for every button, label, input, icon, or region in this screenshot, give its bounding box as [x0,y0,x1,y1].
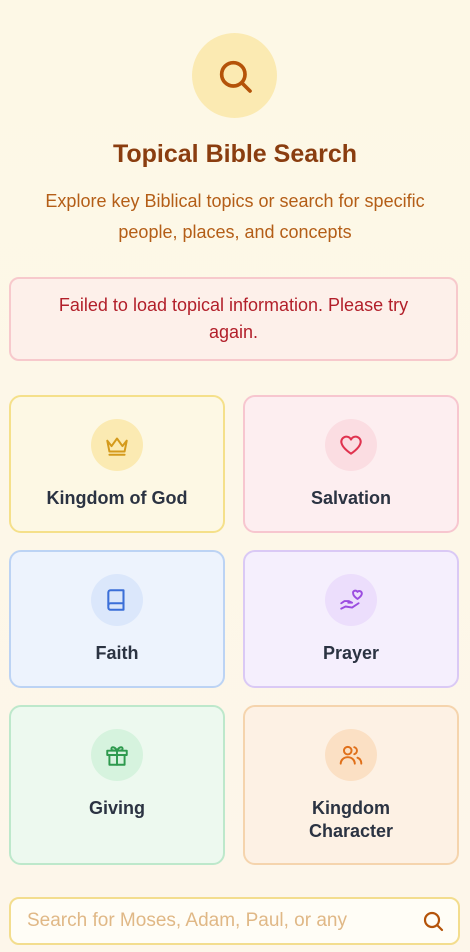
search-icon [423,911,444,932]
error-alert: Failed to load topical information. Plea… [9,277,458,361]
topic-card-faith[interactable]: Faith [9,550,225,688]
topic-label: Prayer [322,643,380,663]
topic-label: Faith [95,643,139,663]
topic-label: Salvation [310,488,392,508]
topic-card-kingdom-of-god[interactable]: Kingdom of God [9,395,225,533]
topic-card-giving[interactable]: Giving [9,705,225,865]
gift-icon [91,729,143,781]
users-icon [325,729,377,781]
topic-label: Giving [88,798,145,818]
search-input[interactable] [11,910,408,932]
hand-heart-icon [325,574,377,626]
book-icon [91,574,143,626]
topic-label: Kingdom Character [308,798,394,841]
topic-card-kingdom-character[interactable]: Kingdom Character [243,705,459,865]
search-button[interactable] [408,899,458,943]
page-title: Topical Bible Search [112,140,358,168]
crown-icon [91,419,143,471]
topic-card-salvation[interactable]: Salvation [243,395,459,533]
topic-card-prayer[interactable]: Prayer [243,550,459,688]
search-bar [9,897,460,945]
hero-search-icon [192,33,277,118]
heart-icon [325,419,377,471]
topic-label: Kingdom of God [46,488,188,508]
error-message: Failed to load topical information. Plea… [58,295,409,342]
page-subtitle: Explore key Biblical topics or search fo… [45,191,425,242]
